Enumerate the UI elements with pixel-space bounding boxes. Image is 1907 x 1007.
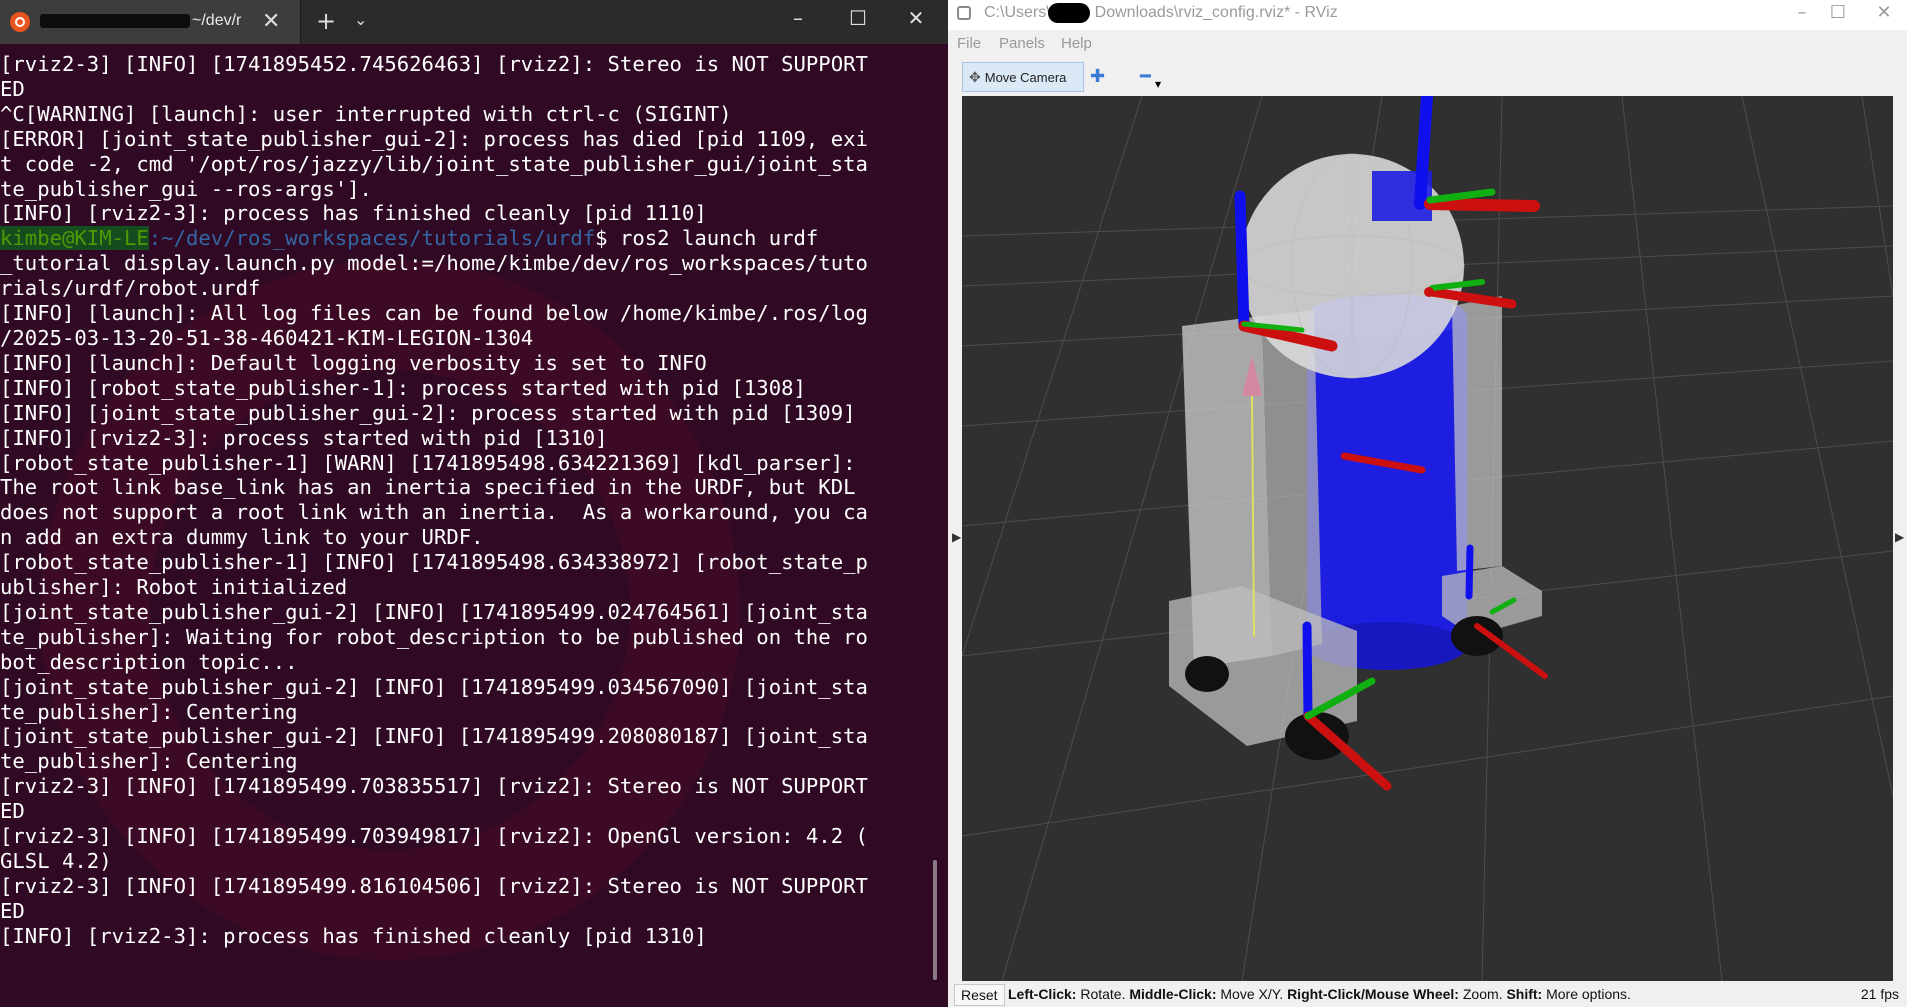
terminal-line: te_publisher_gui --ros-args']. — [0, 176, 372, 201]
terminal-line: ublisher]: Robot initialized — [0, 575, 348, 600]
rviz-toolbar: ✥ Move Camera ✚ ━ ▼ — [948, 58, 1907, 96]
remove-tool-icon[interactable]: ━ — [1140, 66, 1151, 87]
rviz-window: C:\Users\ Downloads\rviz_config.rviz* - R… — [948, 0, 1907, 1007]
terminal-line: [INFO] [rviz2-3]: process has finished c… — [0, 201, 707, 226]
terminal-line: [robot_state_publisher-1] [INFO] [174189… — [0, 550, 868, 575]
minimize-icon[interactable]: – — [778, 6, 818, 30]
terminal-line: te_publisher]: Centering — [0, 699, 298, 724]
terminal-line: GLSL 4.2) — [0, 849, 112, 873]
close-tab-icon[interactable]: ✕ — [262, 9, 280, 34]
terminal-line: bot_description topic... — [0, 649, 298, 674]
terminal-line: [INFO] [rviz2-3]: process has finished c… — [0, 923, 707, 948]
dropdown-caret-icon[interactable]: ▼ — [1155, 80, 1161, 89]
prompt-path: :~/dev/ros_workspaces/tutorials/urdf — [148, 226, 596, 251]
terminal-line: ED — [0, 799, 25, 824]
redaction-blob — [1048, 3, 1090, 23]
terminal-line: rials/urdf/robot.urdf — [0, 276, 261, 301]
add-tool-icon[interactable]: ✚ — [1090, 66, 1105, 87]
terminal-line: n add an extra dummy link to your URDF. — [0, 525, 484, 550]
terminal-prompt-line: kimbe@KIM-LE:~/dev/ros_workspaces/tutori… — [0, 226, 920, 251]
move-camera-button[interactable]: ✥ Move Camera — [962, 62, 1084, 92]
menu-file[interactable]: File — [957, 35, 981, 52]
terminal-line: /2025-03-13-20-51-38-460421-KIM-LEGION-1… — [0, 325, 534, 350]
close-window-icon[interactable]: ✕ — [896, 6, 936, 30]
terminal-titlebar: ~/dev/r ✕ + ⌄ – ☐ ✕ — [0, 0, 948, 44]
status-help-text: Left-Click: Rotate. Middle-Click: Move X… — [1008, 986, 1631, 1002]
maximize-icon[interactable]: ☐ — [838, 6, 878, 30]
right-panel-collapsed: ▶ — [1893, 96, 1907, 981]
minimize-icon[interactable]: – — [1782, 2, 1822, 23]
terminal-line: ^C[WARNING] [launch]: user interrupted w… — [0, 101, 732, 126]
prompt-user: kimbe@KIM-LE — [0, 226, 149, 251]
expand-right-panel-icon[interactable]: ▶ — [1895, 530, 1904, 544]
terminal-line: te_publisher]: Centering — [0, 749, 298, 774]
terminal-lines-before-prompt: [rviz2-3] [INFO] [1741895452.745626463] … — [0, 52, 920, 226]
terminal-line: [rviz2-3] [INFO] [1741895452.745626463] … — [0, 52, 868, 76]
left-panel-collapsed: ▶ — [948, 96, 962, 981]
terminal-line: does not support a root link with an ine… — [0, 500, 868, 525]
terminal-line: te_publisher]: Waiting for robot_descrip… — [0, 624, 868, 649]
terminal-line: [joint_state_publisher_gui-2] [INFO] [17… — [0, 674, 868, 699]
move-camera-icon: ✥ — [969, 68, 981, 85]
terminal-line: t code -2, cmd '/opt/ros/jazzy/lib/joint… — [0, 151, 868, 176]
terminal-line: [ERROR] [joint_state_publisher_gui-2]: p… — [0, 126, 868, 151]
terminal-lines-after-prompt: _tutorial display.launch.py model:=/home… — [0, 251, 920, 948]
rviz-statusbar: Reset Left-Click: Rotate. Middle-Click: … — [948, 981, 1907, 1007]
3d-scene — [962, 96, 1893, 981]
robot-right-leg — [1452, 296, 1502, 571]
terminal-line: [joint_state_publisher_gui-2] [INFO] [17… — [0, 599, 868, 624]
wheel-back-left — [1185, 656, 1229, 692]
chevron-down-icon[interactable]: ⌄ — [354, 10, 367, 29]
reset-button[interactable]: Reset — [954, 984, 1005, 1006]
fps-counter: 21 fps — [1860, 986, 1899, 1002]
terminal-line: [INFO] [joint_state_publisher_gui-2]: pr… — [0, 400, 856, 425]
terminal-line: [rviz2-3] [INFO] [1741895499.703835517] … — [0, 774, 868, 799]
terminal-line: [rviz2-3] [INFO] [1741895499.703949817] … — [0, 824, 868, 849]
terminal-line: [INFO] [rviz2-3]: process started with p… — [0, 425, 608, 450]
redaction-bar — [40, 14, 190, 28]
maximize-icon[interactable]: ☐ — [1818, 2, 1858, 23]
terminal-line: [INFO] [launch]: Default logging verbosi… — [0, 350, 707, 375]
close-window-icon[interactable]: ✕ — [1864, 2, 1904, 23]
terminal-line: The root link base_link has an inertia s… — [0, 475, 856, 500]
rviz-app-icon — [957, 6, 971, 20]
menu-help[interactable]: Help — [1061, 35, 1092, 52]
3d-viewport[interactable] — [962, 96, 1893, 981]
terminal-line: [INFO] [robot_state_publisher-1]: proces… — [0, 375, 806, 400]
terminal-output[interactable]: [rviz2-3] [INFO] [1741895452.745626463] … — [0, 52, 920, 949]
terminal-tab[interactable]: ~/dev/r ✕ — [0, 0, 301, 44]
terminal-tab-title: ~/dev/r — [192, 12, 242, 29]
terminal-line: ED — [0, 898, 25, 923]
terminal-scrollbar[interactable] — [933, 860, 937, 980]
rviz-window-title: C:\Users\ Downloads\rviz_config.rviz* - R… — [984, 4, 1338, 21]
terminal-line: _tutorial display.launch.py model:=/home… — [0, 251, 868, 276]
terminal-line: [robot_state_publisher-1] [WARN] [174189… — [0, 450, 856, 475]
rviz-titlebar: C:\Users\ Downloads\rviz_config.rviz* - R… — [948, 0, 1907, 30]
terminal-line: [rviz2-3] [INFO] [1741895499.816104506] … — [0, 873, 868, 898]
prompt-command: $ ros2 launch urdf — [595, 226, 819, 251]
terminal-line: ED — [0, 76, 25, 101]
rviz-menubar: File Panels Help — [948, 32, 1907, 56]
terminal-line: [INFO] [launch]: All log files can be fo… — [0, 301, 868, 326]
terminal-line: [joint_state_publisher_gui-2] [INFO] [17… — [0, 724, 868, 749]
new-tab-icon[interactable]: + — [316, 7, 336, 35]
terminal-window: ~/dev/r ✕ + ⌄ – ☐ ✕ [rviz2-3] [INFO] [17… — [0, 0, 948, 1007]
expand-left-panel-icon[interactable]: ▶ — [952, 530, 961, 544]
menu-panels[interactable]: Panels — [999, 35, 1045, 52]
ubuntu-icon — [10, 12, 30, 32]
move-camera-label: Move Camera — [984, 69, 1067, 85]
